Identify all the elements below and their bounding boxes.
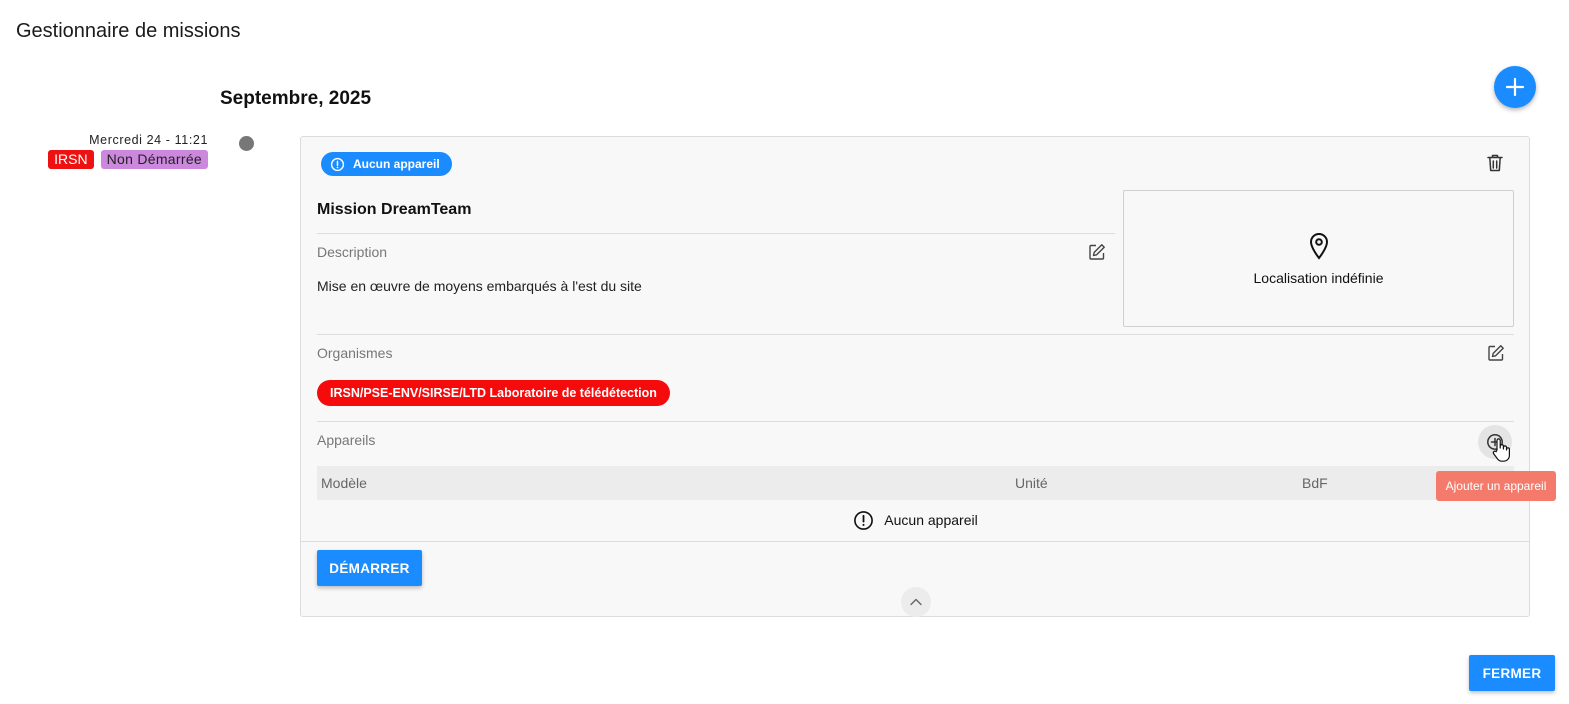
divider [317,334,1514,335]
close-button[interactable]: FERMER [1469,655,1555,691]
mission-date: Mercredi 24 - 11:21 [89,133,208,147]
hand-cursor-icon [1492,438,1510,462]
timeline-dot [239,136,254,151]
alert-circle-icon [854,510,874,530]
device-status-badge: Aucun appareil [321,152,452,176]
organism-chip[interactable]: IRSN/PSE-ENV/SIRSE/LTD Laboratoire de té… [317,380,670,406]
description-text: Mise en œuvre de moyens embarqués à l'es… [317,278,642,294]
organisms-label: Organismes [317,345,393,361]
devices-empty-row: Aucun appareil [317,507,1514,533]
mission-tags: IRSN Non Démarrée [48,150,208,169]
plus-icon [1505,77,1525,97]
device-status-badge-label: Aucun appareil [353,157,440,171]
org-tag: IRSN [48,150,94,169]
chevron-up-icon [910,598,922,606]
edit-organisms-icon[interactable] [1487,344,1505,362]
divider [301,541,1529,542]
dialog-title: Gestionnaire de missions [16,20,241,42]
timeline-entry-meta: Mercredi 24 - 11:21 IRSN Non Démarrée [30,133,208,169]
divider [317,233,1115,234]
map-pin-icon [1309,232,1328,260]
location-panel[interactable]: Localisation indéfinie [1123,190,1514,327]
collapse-card-button[interactable] [901,587,931,617]
devices-table-header: Modèle Unité BdF [317,466,1514,500]
month-title: Septembre, 2025 [220,88,372,109]
mission-name: Mission DreamTeam [317,201,472,218]
add-device-tooltip: Ajouter un appareil [1436,471,1556,501]
column-header-bdf: BdF [1302,475,1328,491]
column-header-model: Modèle [321,475,367,491]
mission-card: Aucun appareil Mission DreamTeam Descrip… [300,136,1530,617]
status-tag: Non Démarrée [100,150,208,169]
add-mission-button[interactable] [1494,66,1536,108]
description-label: Description [317,244,388,260]
info-icon [330,157,345,171]
devices-label: Appareils [317,432,376,448]
start-mission-button[interactable]: DÉMARRER [317,550,422,586]
location-text: Localisation indéfinie [1253,269,1384,286]
devices-empty-text: Aucun appareil [884,512,978,528]
edit-description-icon[interactable] [1088,243,1106,261]
column-header-unit: Unité [1015,475,1048,491]
divider [317,421,1514,422]
trash-icon[interactable] [1486,153,1504,173]
